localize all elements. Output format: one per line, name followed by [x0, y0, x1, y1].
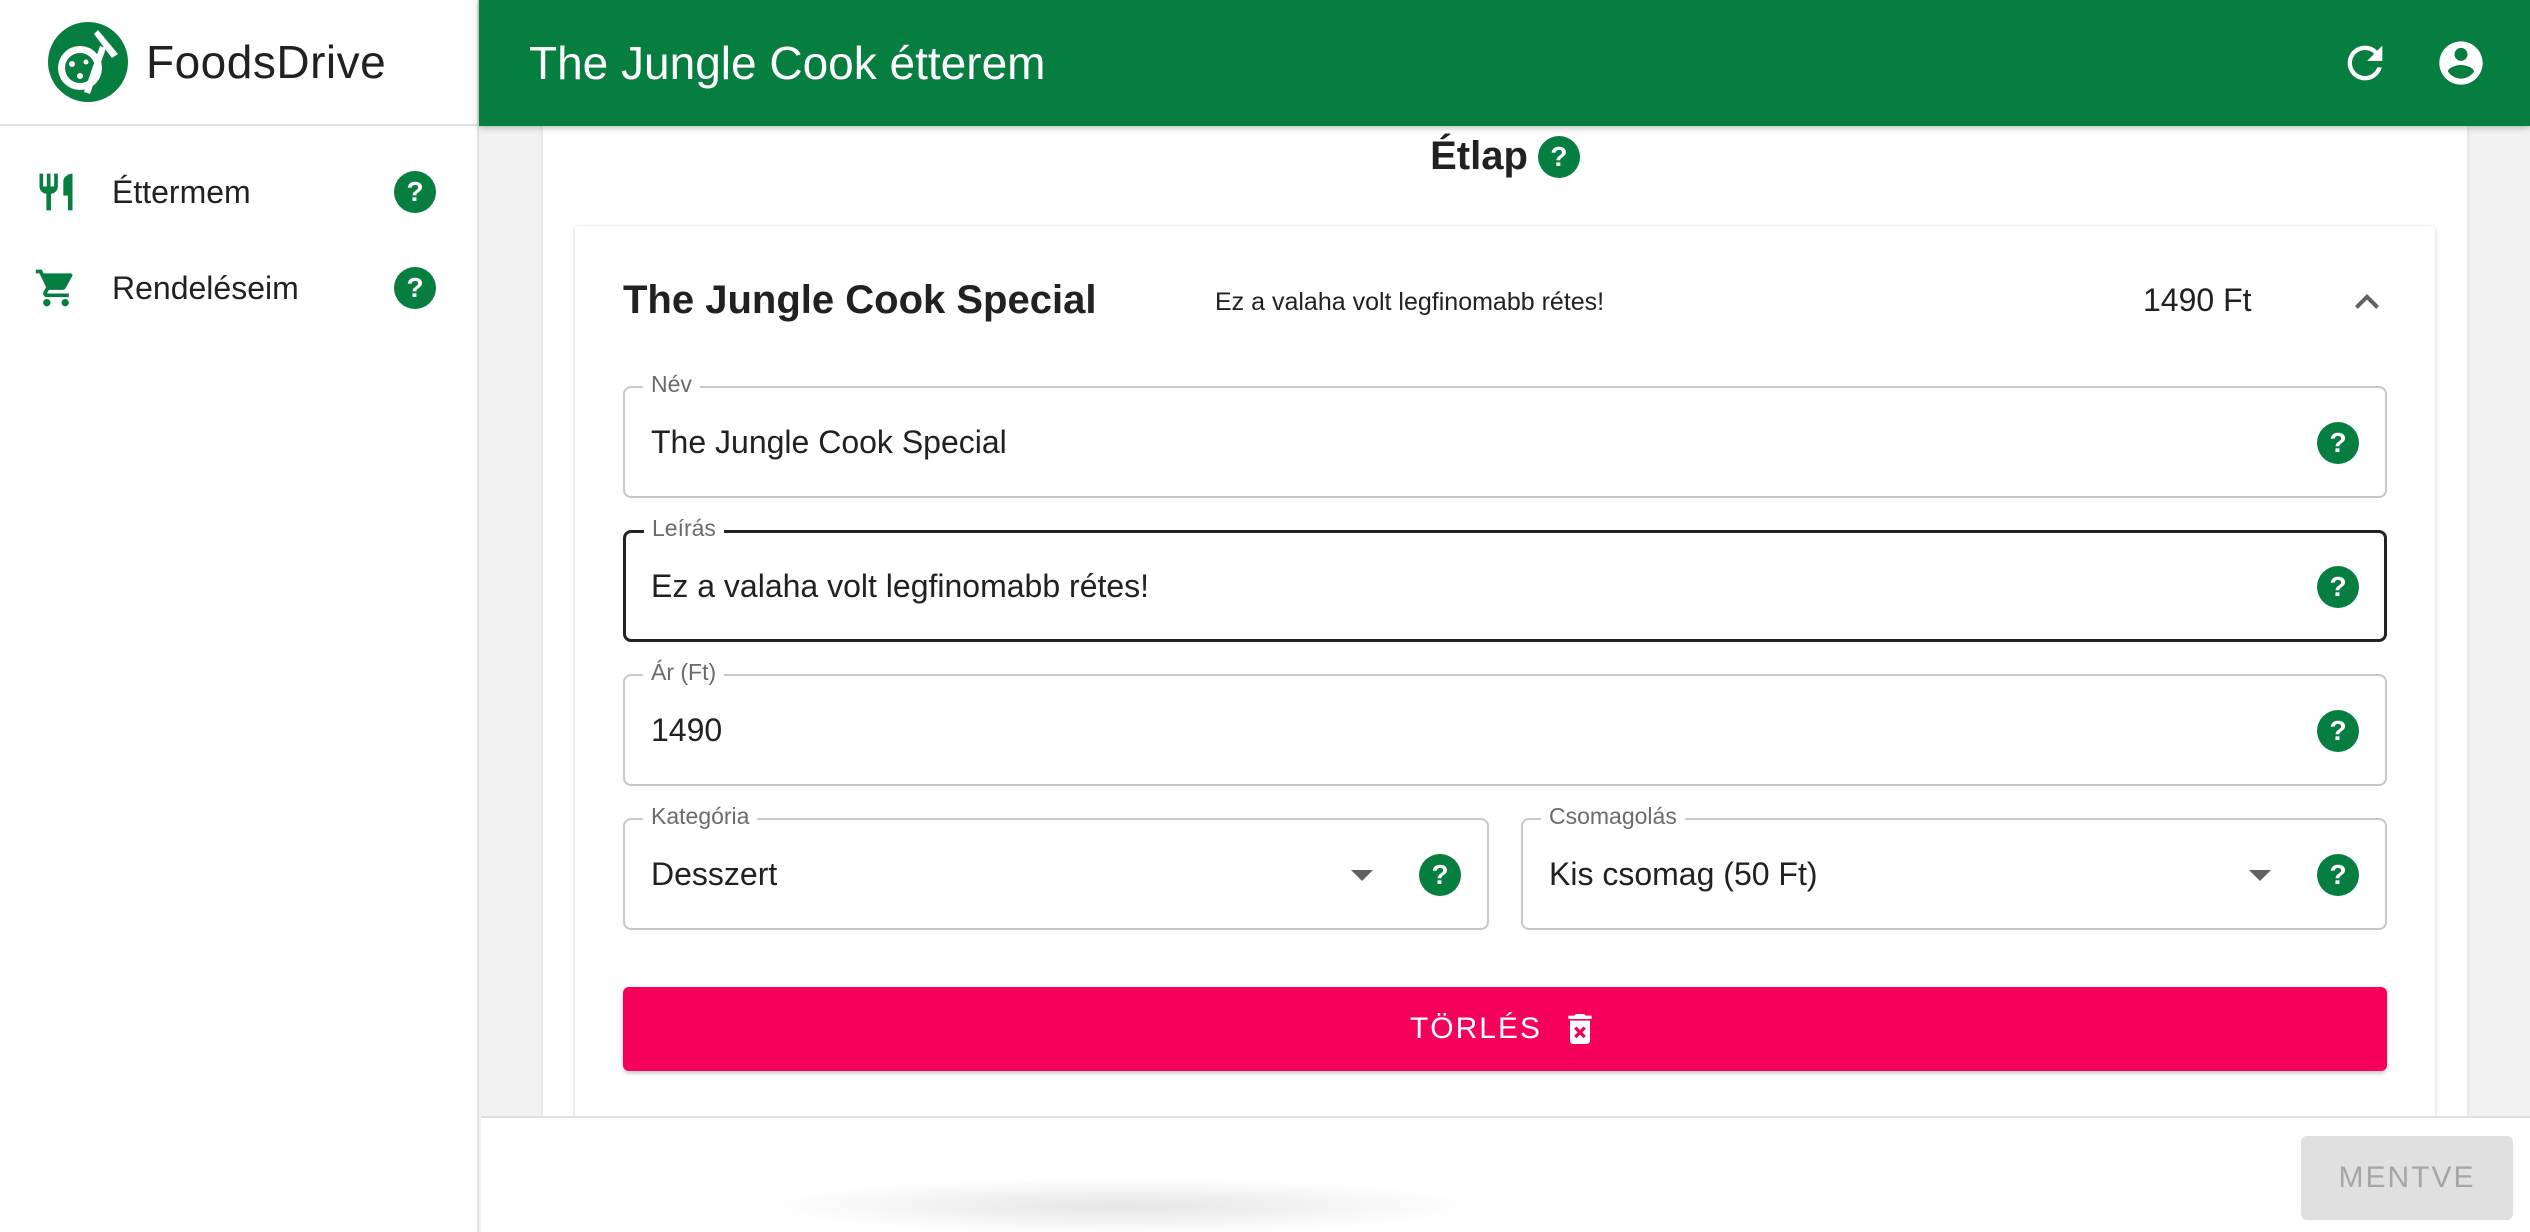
help-icon[interactable]: ? [394, 171, 436, 213]
menu-item-description: Ez a valaha volt legfinomabb rétes! [1215, 288, 1605, 316]
footer-bar: MENTVE [481, 1116, 2530, 1232]
main-content: Étlap ? The Jungle Cook Special Ez a val… [481, 126, 2530, 1116]
dropdown-arrow-icon[interactable] [2249, 870, 2271, 881]
section-title: Étlap ? [543, 134, 2467, 179]
sidebar-item-rendeleseim[interactable]: Rendeléseim ? [0, 240, 477, 336]
help-icon[interactable]: ? [394, 267, 436, 309]
help-icon[interactable]: ? [2317, 854, 2359, 896]
packaging-select-label: Csomagolás [1541, 803, 1685, 830]
help-icon[interactable]: ? [2317, 422, 2359, 464]
sidebar: FoodsDrive Éttermem ? Rendeléseim ? [0, 0, 479, 1232]
sidebar-item-label: Éttermem [112, 173, 251, 210]
price-field-label: Ár (Ft) [643, 659, 725, 686]
cart-icon [35, 269, 73, 307]
category-select-label: Kategória [643, 803, 758, 830]
sidebar-item-label: Rendeléseim [112, 269, 299, 306]
section-title-text: Étlap [1430, 134, 1528, 178]
menu-panel: Étlap ? The Jungle Cook Special Ez a val… [543, 126, 2467, 1116]
price-field-value[interactable]: 1490 [651, 712, 722, 749]
name-field-label: Név [643, 371, 700, 398]
cutlery-icon [39, 173, 73, 211]
name-field-value[interactable]: The Jungle Cook Special [651, 424, 1007, 461]
foodsdrive-logo-icon [48, 22, 128, 102]
menu-item-price: 1490 Ft [2143, 282, 2252, 318]
chevron-up-icon[interactable] [2343, 278, 2391, 326]
help-icon[interactable]: ? [1419, 854, 1461, 896]
delete-button[interactable]: TÖRLÉS [623, 987, 2387, 1071]
app-name: FoodsDrive [146, 36, 387, 88]
menu-item-card: The Jungle Cook Special Ez a valaha volt… [575, 226, 2435, 1116]
help-icon[interactable]: ? [2317, 710, 2359, 752]
help-icon[interactable]: ? [2317, 566, 2359, 608]
page-title: The Jungle Cook étterem [529, 37, 1046, 89]
app-header: The Jungle Cook étterem [479, 0, 2530, 126]
delete-forever-icon [1568, 1014, 1592, 1044]
help-icon[interactable]: ? [1537, 135, 1580, 178]
refresh-icon[interactable] [2339, 37, 2391, 89]
packaging-select-value[interactable]: Kis csomag (50 Ft) [1549, 856, 1818, 893]
packaging-select[interactable]: Csomagolás Kis csomag (50 Ft) ? [1521, 803, 2387, 930]
account-icon[interactable] [2435, 37, 2487, 89]
sidebar-item-ettermem[interactable]: Éttermem ? [0, 144, 477, 240]
name-field[interactable]: Név The Jungle Cook Special ? [623, 371, 2387, 498]
category-select[interactable]: Kategória Desszert ? [623, 803, 1489, 930]
description-field[interactable]: Leírás Ez a valaha volt legfinomabb réte… [623, 515, 2387, 642]
category-select-value[interactable]: Desszert [651, 856, 777, 893]
save-button[interactable]: MENTVE [2301, 1136, 2513, 1220]
dropdown-arrow-icon[interactable] [1351, 870, 1373, 881]
brand[interactable]: FoodsDrive [0, 0, 477, 126]
footer-shadow [761, 1178, 1481, 1232]
menu-item-name: The Jungle Cook Special [623, 278, 1097, 322]
price-field[interactable]: Ár (Ft) 1490 ? [623, 659, 2387, 786]
description-field-label: Leírás [644, 515, 724, 542]
menu-item-header[interactable]: The Jungle Cook Special Ez a valaha volt… [575, 226, 2435, 376]
description-field-value[interactable]: Ez a valaha volt legfinomabb rétes! [651, 568, 1149, 605]
delete-button-label: TÖRLÉS [1409, 1012, 1543, 1045]
